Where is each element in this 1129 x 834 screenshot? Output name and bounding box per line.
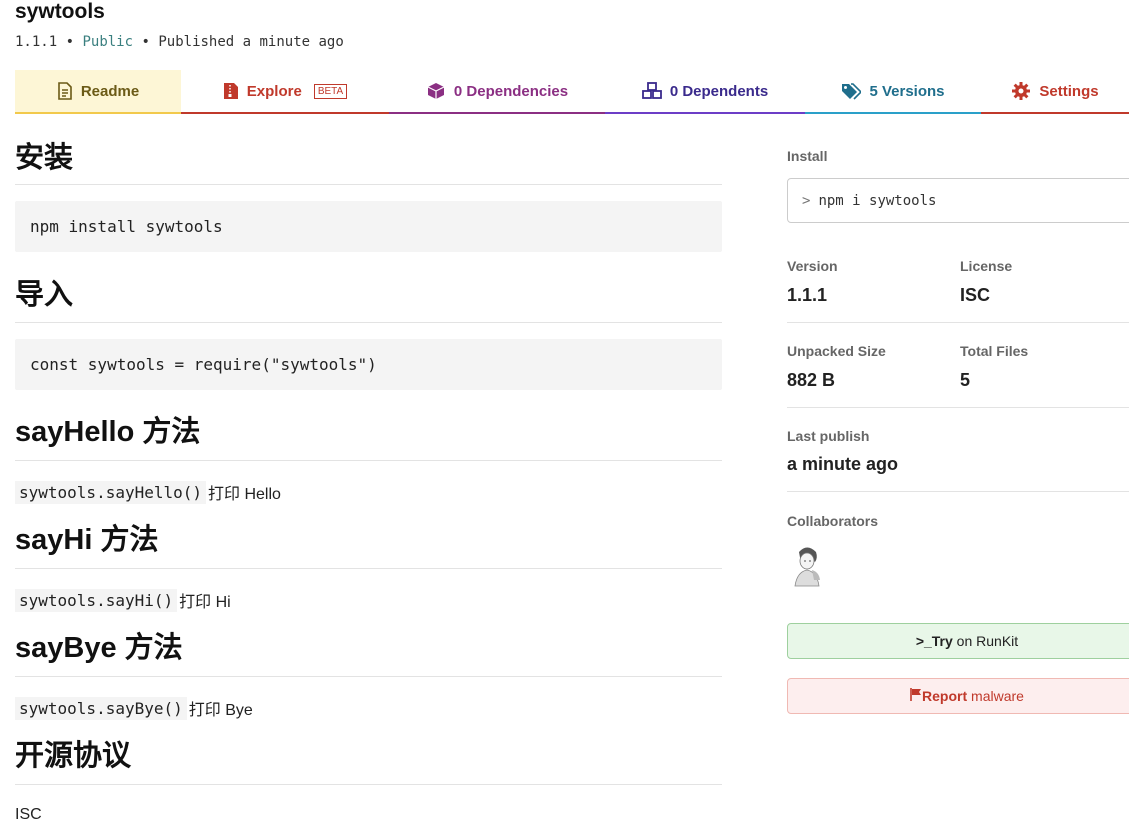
- heading-install: 安装: [15, 138, 722, 185]
- heading-sayhello-name: sayHello: [15, 416, 135, 448]
- tab-dependencies-label: 0 Dependencies: [453, 82, 569, 100]
- total-files-value: 5: [960, 370, 971, 390]
- last-publish-label: Last publish: [787, 428, 870, 444]
- package-meta: 1.1.1 • Public • Published a minute ago: [15, 34, 344, 50]
- saybye-text: 打印 Bye: [188, 702, 253, 719]
- tab-settings[interactable]: Settings: [981, 70, 1129, 114]
- terminal-prompt-icon: >: [802, 192, 811, 209]
- sayhello-code: sywtools.sayHello(): [15, 480, 207, 504]
- collaborators-label: Collaborators: [787, 513, 879, 529]
- runkit-rest-label: on RunKit: [952, 633, 1019, 649]
- terminal-icon: >_: [915, 633, 932, 649]
- meta-separator: •: [141, 34, 150, 50]
- heading-license: 开源协议: [15, 736, 722, 785]
- saybye-line: sywtools.sayBye() 打印 Bye: [15, 696, 253, 720]
- code-install: npm install sywtools: [15, 201, 722, 252]
- heading-sayhi-name: sayHi: [15, 524, 93, 556]
- heading-sayhi-method: 方法: [100, 524, 159, 556]
- divider: [787, 322, 1129, 323]
- collaborator-avatar[interactable]: [789, 542, 825, 588]
- heading-sayhi: sayHi 方法: [15, 520, 722, 569]
- tab-versions-label: 5 Versions: [869, 82, 945, 100]
- visibility-label: Public: [82, 34, 134, 50]
- total-files-label: Total Files: [960, 343, 1029, 359]
- package-tabs: Readme Explore BETA 0 Dependencies 0 Dep…: [15, 70, 1129, 114]
- boxes-icon: [641, 82, 662, 100]
- last-publish-value: a minute ago: [787, 454, 899, 474]
- install-command-box[interactable]: > npm i sywtools: [787, 178, 1129, 223]
- license-label: License: [960, 258, 1013, 274]
- divider: [787, 407, 1129, 408]
- tab-readme-label: Readme: [80, 82, 140, 100]
- tab-dependents-label: 0 Dependents: [669, 82, 769, 100]
- heading-sayhello-method: 方法: [142, 416, 201, 448]
- tags-icon: [841, 82, 862, 100]
- license-text: ISC: [15, 806, 42, 823]
- flag-icon: [910, 688, 922, 704]
- sayhi-text: 打印 Hi: [179, 594, 231, 611]
- install-label: Install: [787, 148, 828, 164]
- beta-badge: BETA: [313, 83, 348, 99]
- report-rest-label: malware: [967, 688, 1024, 704]
- heading-saybye: sayBye 方法: [15, 628, 722, 677]
- heading-sayhello: sayHello 方法: [15, 412, 722, 461]
- sayhi-code: sywtools.sayHi(): [15, 588, 178, 612]
- tab-readme[interactable]: Readme: [15, 70, 181, 114]
- try-runkit-button[interactable]: >_ Try on RunKit: [787, 623, 1129, 659]
- install-command[interactable]: npm i sywtools: [818, 193, 936, 209]
- gear-icon: [1011, 81, 1031, 101]
- tab-dependents[interactable]: 0 Dependents: [605, 70, 805, 114]
- tab-settings-label: Settings: [1039, 82, 1099, 100]
- report-label: Report: [922, 688, 968, 704]
- divider: [787, 491, 1129, 492]
- published-time: Published a minute ago: [158, 34, 344, 50]
- tab-versions[interactable]: 5 Versions: [805, 70, 981, 114]
- readme-icon: [57, 82, 73, 100]
- runkit-try-label: Try: [931, 633, 953, 649]
- sayhello-line: sywtools.sayHello() 打印 Hello: [15, 480, 281, 504]
- heading-import: 导入: [15, 275, 722, 323]
- version-label: Version: [787, 258, 838, 274]
- box-icon: [426, 82, 446, 100]
- package-version: 1.1.1: [15, 34, 58, 50]
- package-header: sywtools: [15, 0, 105, 24]
- tab-explore[interactable]: Explore BETA: [181, 70, 389, 114]
- version-value: 1.1.1: [787, 285, 828, 305]
- unpacked-size-label: Unpacked Size: [787, 343, 886, 359]
- explore-icon: [223, 82, 239, 100]
- heading-saybye-name: sayBye: [15, 632, 117, 664]
- saybye-code: sywtools.sayBye(): [15, 696, 187, 720]
- license-value: ISC: [960, 285, 991, 305]
- sayhi-line: sywtools.sayHi() 打印 Hi: [15, 588, 231, 612]
- unpacked-size-value: 882 B: [787, 370, 836, 390]
- package-name: sywtools: [15, 0, 105, 23]
- heading-saybye-method: 方法: [124, 632, 183, 664]
- sayhello-text: 打印 Hello: [208, 486, 281, 503]
- tab-dependencies[interactable]: 0 Dependencies: [389, 70, 605, 114]
- code-import: const sywtools = require("sywtools"): [15, 339, 722, 390]
- report-malware-button[interactable]: Report malware: [787, 678, 1129, 714]
- meta-separator: •: [65, 34, 75, 50]
- tab-explore-label: Explore: [246, 82, 302, 100]
